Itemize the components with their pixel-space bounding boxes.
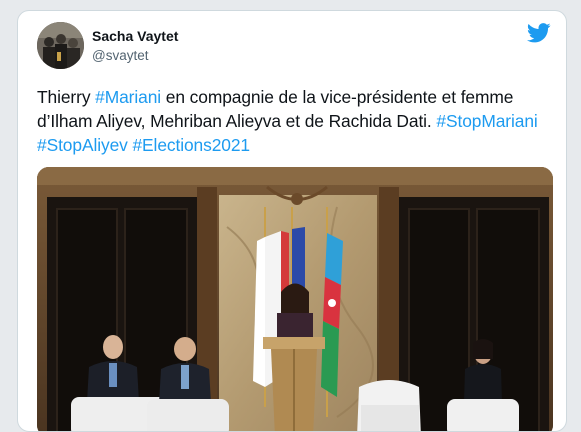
- avatar[interactable]: [37, 22, 84, 69]
- author-handle[interactable]: @svaytet: [92, 48, 148, 63]
- event-photo: [37, 167, 553, 431]
- hashtag-mariani[interactable]: #Mariani: [95, 87, 161, 107]
- hashtag-stopaliyev[interactable]: #StopAliyev: [37, 135, 128, 155]
- twitter-bird-icon[interactable]: [527, 23, 551, 43]
- tweet-text: Thierry #Mariani en compagnie de la vice…: [37, 85, 557, 157]
- tweet-card[interactable]: Sacha Vaytet @svaytet Thierry #Mariani e…: [17, 10, 567, 432]
- hashtag-elections2021[interactable]: #Elections2021: [132, 135, 250, 155]
- tweet-photo[interactable]: [37, 167, 553, 431]
- tweet-text-segment: Thierry: [37, 87, 96, 107]
- hashtag-stopmariani[interactable]: #StopMariani: [436, 111, 537, 131]
- avatar-photo: [37, 22, 84, 69]
- author-name[interactable]: Sacha Vaytet: [92, 28, 178, 44]
